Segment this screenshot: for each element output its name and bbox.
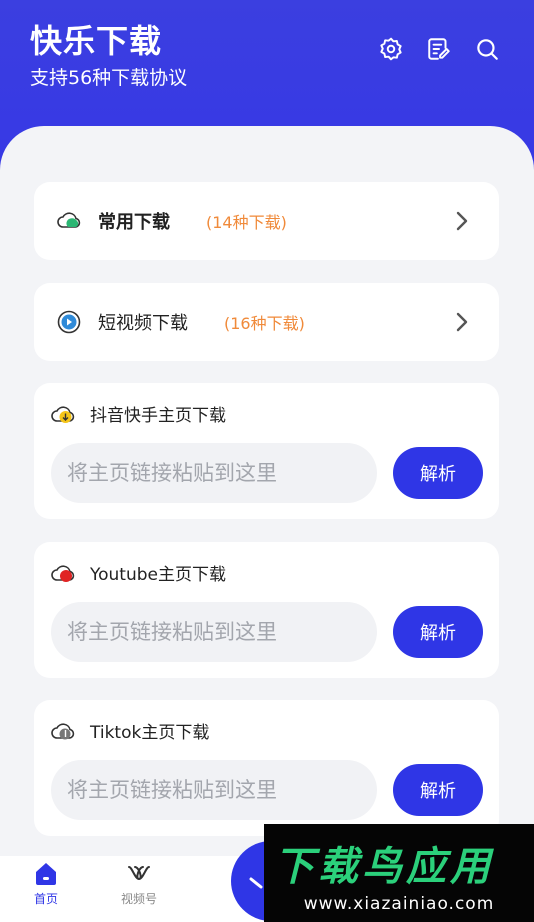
settings-icon[interactable]	[378, 36, 404, 62]
homepage-link-input[interactable]	[51, 602, 377, 662]
cloud-youtube-icon	[51, 564, 75, 582]
homepage-link-input[interactable]	[51, 443, 377, 503]
category-count: (14种下载)	[206, 213, 287, 232]
section-title: Youtube主页下载	[90, 565, 226, 585]
tab-label: 视频号	[120, 892, 157, 906]
tab-channels[interactable]: 视频号	[109, 856, 169, 907]
category-label: 常用下载	[98, 212, 170, 233]
home-icon	[36, 863, 56, 885]
category-count: (16种下载)	[224, 314, 305, 333]
section-douyin-kuaishou: 抖音快手主页下载 解析	[34, 383, 499, 519]
cloud-icon	[57, 212, 81, 228]
category-label: 短视频下载	[98, 313, 188, 334]
play-icon	[57, 310, 81, 334]
cloud-tiktok-icon	[51, 722, 75, 739]
tab-home[interactable]: 首页	[16, 856, 76, 907]
section-header: 抖音快手主页下载	[50, 401, 226, 426]
chevron-right-icon	[456, 211, 468, 231]
section-tiktok: Tiktok主页下载 解析	[34, 700, 499, 836]
watermark-title: 下载鸟应用	[274, 844, 494, 890]
app-subtitle: 支持56种下载协议	[30, 67, 188, 89]
section-title: Tiktok主页下载	[90, 723, 210, 743]
header-actions	[378, 36, 500, 62]
section-header: Tiktok主页下载	[50, 718, 209, 743]
tab-label: 首页	[33, 892, 58, 906]
watermark-url: www.xiazainiao.com	[303, 894, 495, 914]
chevron-right-icon	[456, 312, 468, 332]
homepage-link-input[interactable]	[51, 760, 377, 820]
edit-icon[interactable]	[426, 36, 452, 62]
channels-icon	[128, 866, 150, 881]
parse-button[interactable]: 解析	[393, 606, 483, 658]
app-title: 快乐下载	[30, 22, 163, 60]
section-youtube: Youtube主页下载 解析	[34, 542, 499, 678]
search-icon[interactable]	[474, 36, 500, 62]
parse-button[interactable]: 解析	[393, 447, 483, 499]
watermark: 下载鸟应用 www.xiazainiao.com	[264, 824, 534, 922]
cloud-download-icon	[51, 405, 75, 423]
section-header: Youtube主页下载	[50, 560, 226, 585]
parse-button[interactable]: 解析	[393, 764, 483, 816]
category-common-download[interactable]: 常用下载 (14种下载)	[34, 182, 499, 260]
category-short-video-download[interactable]: 短视频下载 (16种下载)	[34, 283, 499, 361]
section-title: 抖音快手主页下载	[90, 406, 226, 426]
